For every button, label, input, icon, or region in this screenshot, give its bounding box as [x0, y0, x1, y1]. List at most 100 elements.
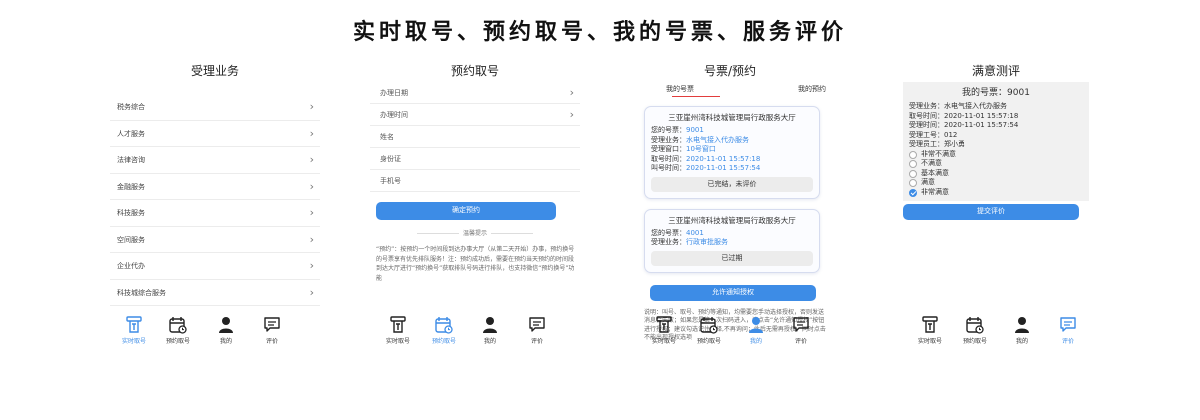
option-label: 非常满意: [921, 187, 949, 196]
checked-radio-icon: [909, 188, 917, 197]
nav-item-mine[interactable]: 我的: [470, 316, 510, 345]
nav-item-realtime[interactable]: 实时取号: [644, 316, 684, 345]
phone-field[interactable]: 手机号: [370, 170, 580, 192]
status-badge[interactable]: 已完结，未评价: [651, 176, 813, 192]
nav-label: 预约取号: [696, 338, 721, 345]
nav-label: 评价: [794, 338, 807, 345]
tab-my-tickets[interactable]: 我的号票: [666, 84, 694, 94]
chat-icon: [781, 316, 821, 334]
list-item-label: 企业代办: [117, 262, 145, 270]
nav-label: 我的: [749, 338, 762, 345]
ticket-card[interactable]: 三亚崖州湾科技城管理局行政服务大厅 您的号票：9001 受理业务：水电气接入代办…: [644, 106, 820, 199]
chevron-right-icon: ›: [309, 259, 314, 272]
nav-item-reserve[interactable]: 预约取号: [158, 316, 198, 345]
panel-title: 预约取号: [450, 64, 499, 78]
panel-my-tickets: 号票/预约 我的号票 我的预约 三亚崖州湾科技城管理局行政服务大厅 您的号票：9…: [630, 60, 830, 420]
hall-name: 三亚崖州湾科技城管理局行政服务大厅: [668, 215, 796, 225]
status-badge: 已过期: [651, 250, 813, 266]
rating-option-very-satisfied[interactable]: 非常满意: [909, 188, 1083, 198]
time-field[interactable]: 办理时间 ›: [370, 104, 580, 126]
nav-label: 实时取号: [121, 338, 146, 345]
chevron-right-icon: ›: [309, 179, 314, 193]
business-value: 水电气接入代办服务: [686, 135, 749, 144]
nav-item-evaluate[interactable]: 评价: [252, 316, 292, 345]
nav-item-evaluate[interactable]: 评价: [517, 316, 557, 345]
submit-evaluation-button[interactable]: 提交评价: [903, 204, 1079, 220]
list-item-label: 人才服务: [117, 129, 145, 138]
nav-item-realtime[interactable]: 实时取号: [114, 316, 154, 345]
list-item[interactable]: 法律咨询 ›: [110, 147, 320, 174]
tips-text: “预约”：按预约一个时间段到达办事大厅（从第二天开始）办事，预约换号的号票享有优…: [376, 246, 575, 282]
ticket-card[interactable]: 三亚崖州湾科技城管理局行政服务大厅 您的号票：4001 受理业务：行政审批服务 …: [644, 208, 820, 273]
list-item-label: 空间服务: [117, 235, 145, 244]
rating-option-basically-satisfied[interactable]: 基本满意: [909, 169, 1083, 179]
business-line: 受理业务：水电气接入代办服务: [909, 102, 1007, 110]
rating-option-satisfied[interactable]: 满意: [909, 178, 1083, 188]
option-label: 非常不满意: [921, 149, 956, 158]
confirm-reservation-button[interactable]: 确定预约: [376, 202, 556, 220]
date-field[interactable]: 办理日期 ›: [370, 82, 580, 104]
nav-item-realtime[interactable]: 实时取号: [378, 316, 418, 345]
list-item[interactable]: 企业代办 ›: [110, 253, 320, 280]
list-item[interactable]: 科技城综合服务 ›: [110, 280, 320, 306]
ticket-tabs: 我的号票 我的预约: [630, 82, 830, 98]
nav-item-mine[interactable]: 我的: [1002, 316, 1042, 345]
nav-item-reserve[interactable]: 预约取号: [955, 316, 995, 345]
option-label: 满意: [921, 178, 935, 186]
business-label: 受理业务：: [651, 135, 686, 144]
name-field[interactable]: 姓名: [370, 126, 580, 148]
radio-icon: [909, 179, 917, 187]
nav-item-reserve[interactable]: 预约取号: [424, 316, 464, 345]
panel-title: 满意测评: [971, 64, 1020, 78]
id-card-field[interactable]: 身份证: [370, 148, 580, 170]
ticket-number: 4001: [686, 228, 704, 237]
nav-label: 实时取号: [385, 338, 410, 345]
nav-item-reserve[interactable]: 预约取号: [689, 316, 729, 345]
rating-option-very-dissatisfied[interactable]: 非常不满意: [909, 150, 1083, 160]
chevron-right-icon: ›: [309, 232, 314, 246]
panel-reservation-form: 预约取号 办理日期 › 办理时间 › 姓名 身份证 手机号 确定预约 温馨提示 “预…: [370, 60, 580, 420]
list-item[interactable]: 人才服务 ›: [110, 121, 320, 147]
nav-item-mine[interactable]: 我的: [206, 316, 246, 345]
option-label: 不满意: [921, 159, 942, 167]
list-item[interactable]: 金融服务 ›: [110, 174, 320, 200]
page-banner-title: 实时取号、预约取号、我的号票、服务评价: [352, 19, 847, 45]
field-label: 姓名: [380, 133, 394, 141]
rating-option-dissatisfied[interactable]: 不满意: [909, 159, 1083, 169]
user-icon: [470, 316, 510, 334]
chat-icon: [517, 316, 557, 334]
ticket-number-label: 您的号票：: [651, 228, 686, 237]
nav-label: 评价: [265, 338, 278, 345]
calendar-clock-icon: [955, 316, 995, 334]
bottom-nav-bars: 实时取号 预约取号 我的 评价 实时取号 预约取号 我的 评价 实时取号 预约取号 我的 评价 实时取号…: [0, 316, 1200, 354]
nav-item-mine[interactable]: 我的: [736, 316, 776, 345]
nav-label: 实时取号: [917, 338, 942, 345]
staff-name-line: 受理员工：郑小勇: [909, 140, 965, 148]
nav-label: 实时取号: [651, 338, 676, 345]
take-time-value: 2020-11-01 15:57:18: [686, 154, 761, 163]
nav-label: 预约取号: [962, 338, 987, 345]
nav-label: 我的: [1015, 338, 1028, 345]
nav-item-evaluate[interactable]: 评价: [1048, 316, 1088, 345]
ticket-number: 我的号票：9001: [962, 88, 1030, 98]
list-item[interactable]: 税务综合 ›: [110, 94, 320, 121]
chevron-right-icon: ›: [309, 285, 314, 299]
field-label: 办理时间: [380, 111, 408, 119]
business-label: 受理业务：: [651, 238, 686, 246]
tab-my-reservations[interactable]: 我的预约: [798, 84, 826, 94]
list-item[interactable]: 空间服务 ›: [110, 227, 320, 253]
active-tab-underline: [672, 96, 720, 97]
calendar-clock-icon: [158, 316, 198, 334]
nav-label: 评价: [530, 338, 543, 345]
calendar-clock-icon: [689, 316, 729, 334]
nav-item-realtime[interactable]: 实时取号: [910, 316, 950, 345]
radio-icon: [909, 160, 917, 168]
call-time-label: 叫号时间：: [651, 164, 686, 172]
ticket-icon: [114, 316, 154, 334]
field-label: 手机号: [380, 177, 401, 185]
chevron-right-icon: ›: [309, 153, 314, 166]
calendar-clock-icon: [424, 316, 464, 334]
allow-notification-button[interactable]: 允许通知授权: [650, 284, 816, 301]
list-item[interactable]: 科技服务 ›: [110, 200, 320, 227]
nav-item-evaluate[interactable]: 评价: [781, 316, 821, 345]
